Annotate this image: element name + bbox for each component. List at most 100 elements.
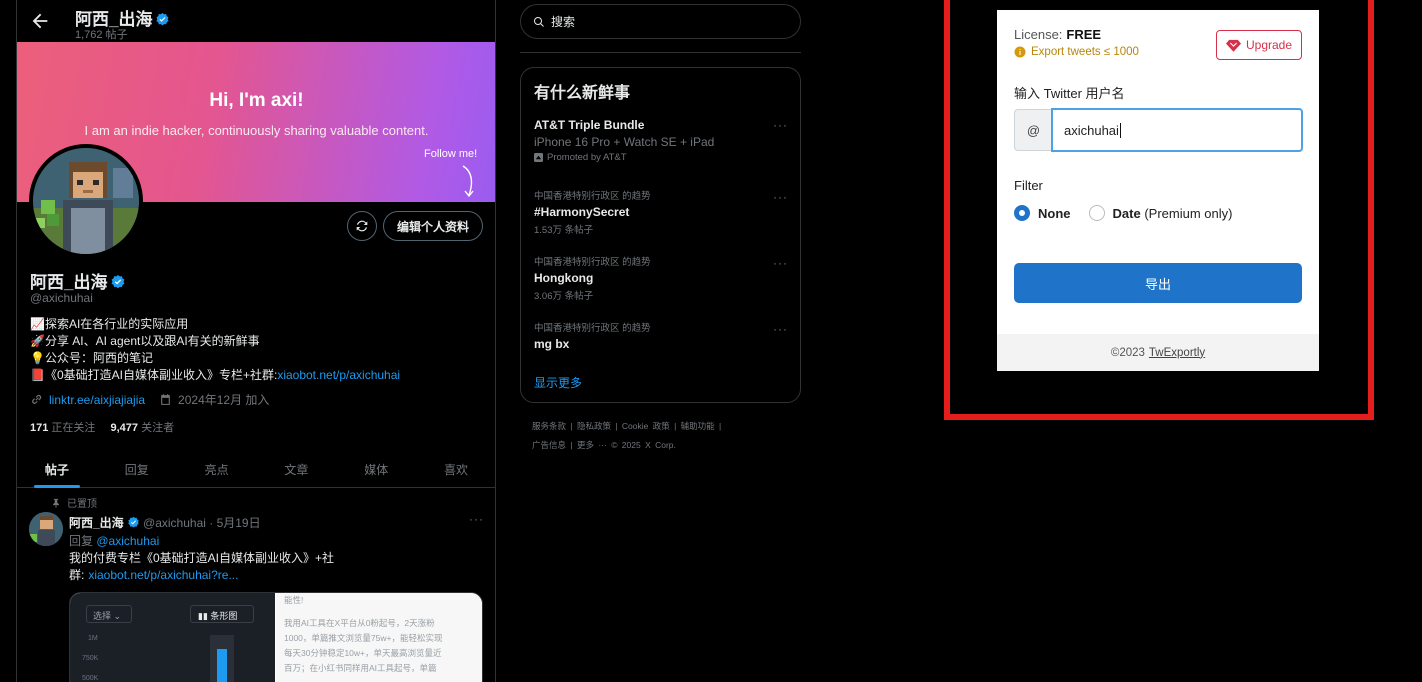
- profile-name: 阿西_出海: [30, 268, 126, 293]
- sidebar-column: 搜索 有什么新鲜事 AT&T Triple Bundle iPhone 16 P…: [520, 0, 802, 682]
- followers-label: 关注者: [141, 422, 175, 434]
- bio-line: 📕《0基础打造AI自媒体副业收入》专栏+社群:xiaobot.net/p/axi…: [30, 367, 400, 384]
- export-button[interactable]: 导出: [1014, 263, 1302, 303]
- trend-item[interactable]: 中国香港特别行政区 的趋势 #HarmonySecret 1.53万 条帖子: [534, 188, 774, 236]
- trend-count: 1.53万 条帖子: [534, 225, 594, 236]
- tweet-more-icon[interactable]: ···: [469, 512, 484, 526]
- edit-profile-button[interactable]: 编辑个人资料: [383, 211, 483, 241]
- filter-date-label[interactable]: Date (Premium only): [1113, 206, 1233, 221]
- search-input[interactable]: 搜索: [520, 4, 801, 39]
- media-tick: 1M: [88, 635, 98, 642]
- footer-links: 广告信息 | 更多 ··· © 2025 X Corp.: [532, 440, 676, 450]
- trend-item[interactable]: 中国香港特别行政区 的趋势 mg bx: [534, 320, 774, 351]
- followers-link[interactable]: 9,477 关注者: [110, 422, 174, 434]
- footer-copy: ©2023: [1110, 346, 1145, 359]
- reply-handle-link[interactable]: @axichuhai: [96, 534, 159, 548]
- website-link[interactable]: linktr.ee/aixjiajiajia: [49, 393, 145, 407]
- export-limit: Export tweets ≤ 1000: [1014, 46, 1139, 58]
- follow-stats: 171 正在关注 9,477 关注者: [30, 419, 174, 435]
- trend-item[interactable]: 中国香港特别行政区 的趋势 Hongkong 3.06万 条帖子: [534, 254, 774, 302]
- banner-follow-text: Follow me!: [424, 148, 478, 160]
- tab-media[interactable]: 媒体: [336, 450, 416, 487]
- tweet-header: 阿西_出海 @axichuhai · 5月19日: [69, 514, 261, 531]
- trend-context: 中国香港特别行政区 的趋势: [534, 323, 651, 334]
- media-select: 选择 ⌄: [86, 605, 132, 623]
- media-text-screenshot: 能性! 我用AI工具在X平台从0粉起号，2天涨粉 1000，单篇推文浏览量75w…: [276, 593, 482, 682]
- trend-name: mg bx: [534, 337, 570, 351]
- tweet-avatar[interactable]: [29, 512, 63, 546]
- following-link[interactable]: 171 正在关注: [30, 422, 95, 434]
- upgrade-button[interactable]: Upgrade: [1216, 30, 1302, 60]
- link-icon: [30, 393, 43, 406]
- media-select-text: 选择: [93, 611, 112, 621]
- followers-count: 9,477: [110, 422, 139, 434]
- username-input[interactable]: axichuhai: [1051, 108, 1303, 152]
- username-label: 输入 Twitter 用户名: [1014, 86, 1125, 101]
- profile-avatar[interactable]: [29, 144, 143, 258]
- divider: [520, 52, 801, 53]
- footer-copyright: © 2025 X Corp.: [611, 440, 676, 450]
- gem-icon: [1225, 39, 1241, 52]
- filter-none-text: None: [1038, 205, 1071, 221]
- ad-item[interactable]: AT&T Triple Bundle iPhone 16 Pro + Watch…: [534, 118, 774, 163]
- show-more-link[interactable]: 显示更多: [534, 374, 582, 391]
- search-icon: [533, 16, 545, 28]
- media-tick: 500K: [82, 675, 99, 682]
- more-icon[interactable]: ···: [773, 118, 788, 132]
- filter-none-radio[interactable]: [1014, 205, 1030, 221]
- media-text-line: 我用AI工具在X平台从0粉起号，2天涨粉: [284, 618, 435, 628]
- trends-panel: 有什么新鲜事 AT&T Triple Bundle iPhone 16 Pro …: [520, 67, 801, 403]
- profile-bio: 📈探索AI在各行业的实际应用 🚀分享 AI、AI agent以及跟AI有关的新鲜…: [30, 316, 400, 384]
- tab-articles[interactable]: 文章: [256, 450, 336, 487]
- bio-line: 💡公众号：阿西的笔记: [30, 350, 400, 367]
- trend-name: #HarmonySecret: [534, 205, 630, 219]
- profile-name-text: 阿西_出海: [30, 273, 108, 292]
- tweet-link[interactable]: xiaobot.net/p/axichuhai?re...: [88, 568, 238, 582]
- verified-badge-icon: [155, 12, 170, 27]
- trend-context: 中国香港特别行政区 的趋势: [534, 191, 651, 202]
- tab-likes[interactable]: 喜欢: [416, 450, 495, 487]
- footer-link[interactable]: 服务条款: [532, 421, 566, 431]
- profile-tabs: 帖子 回复 亮点 文章 媒体 喜欢: [17, 450, 495, 488]
- profile-meta: linktr.ee/aixjiajiajia 2024年12月 加入: [30, 391, 269, 408]
- tweet-media[interactable]: 选择 ⌄ ▮▮ 条形图 1M 750K 500K 能性! 我用AI工具在X平台从…: [69, 592, 483, 682]
- verified-badge-icon: [110, 274, 126, 290]
- filter-options: None Date (Premium only): [1014, 205, 1250, 221]
- tab-posts[interactable]: 帖子: [17, 450, 97, 488]
- promoted-icon: [534, 153, 543, 162]
- bulb-emoji-icon: 💡: [30, 351, 45, 365]
- book-emoji-icon: 📕: [30, 368, 45, 382]
- trend-context: 中国香港特别行政区 的趋势: [534, 257, 651, 268]
- more-icon[interactable]: ···: [773, 190, 788, 204]
- promoted-text: Promoted by AT&T: [547, 152, 627, 163]
- tweet-author-name[interactable]: 阿西_出海: [69, 516, 124, 530]
- filter-none-label[interactable]: None: [1038, 206, 1071, 221]
- trends-title: 有什么新鲜事: [534, 85, 631, 102]
- reply-prefix: 回复: [69, 534, 94, 548]
- more-icon[interactable]: ···: [773, 322, 788, 336]
- twexportly-link[interactable]: TwExportly: [1149, 347, 1205, 359]
- license-line: License: FREE: [1014, 27, 1101, 42]
- footer-link[interactable]: Cookie 政策: [622, 421, 670, 431]
- exporter-panel: License: FREE Export tweets ≤ 1000 Upgrad…: [997, 10, 1319, 371]
- tab-replies[interactable]: 回复: [97, 450, 177, 487]
- tweet-text-prefix: 群:: [69, 568, 85, 582]
- footer-link[interactable]: 隐私政策: [577, 421, 611, 431]
- bio-line: 🚀分享 AI、AI agent以及跟AI有关的新鲜事: [30, 333, 400, 350]
- media-text-line: 每天30分钟稳定10w+，单天最高浏览量近: [284, 648, 442, 658]
- filter-label: Filter: [1014, 178, 1043, 193]
- joined-date: 2024年12月 加入: [178, 393, 270, 407]
- panel-footer: ©2023 TwExportly: [997, 334, 1319, 371]
- refresh-button[interactable]: [347, 211, 377, 241]
- footer-link[interactable]: 更多 ···: [577, 440, 607, 450]
- media-text-line: 能性!: [284, 595, 304, 605]
- footer-link[interactable]: 广告信息: [532, 440, 566, 450]
- tab-highlights[interactable]: 亮点: [177, 450, 257, 487]
- footer-link[interactable]: 辅助功能: [681, 421, 715, 431]
- filter-date-radio[interactable]: [1088, 205, 1105, 221]
- back-arrow-icon[interactable]: [29, 10, 51, 32]
- profile-column: 阿西_出海 1,762 帖子 Hi, I'm axi! I am an indi…: [16, 0, 496, 682]
- license-label: License:: [1014, 27, 1063, 42]
- more-icon[interactable]: ···: [773, 256, 788, 270]
- bio-link[interactable]: xiaobot.net/p/axichuhai: [277, 368, 400, 382]
